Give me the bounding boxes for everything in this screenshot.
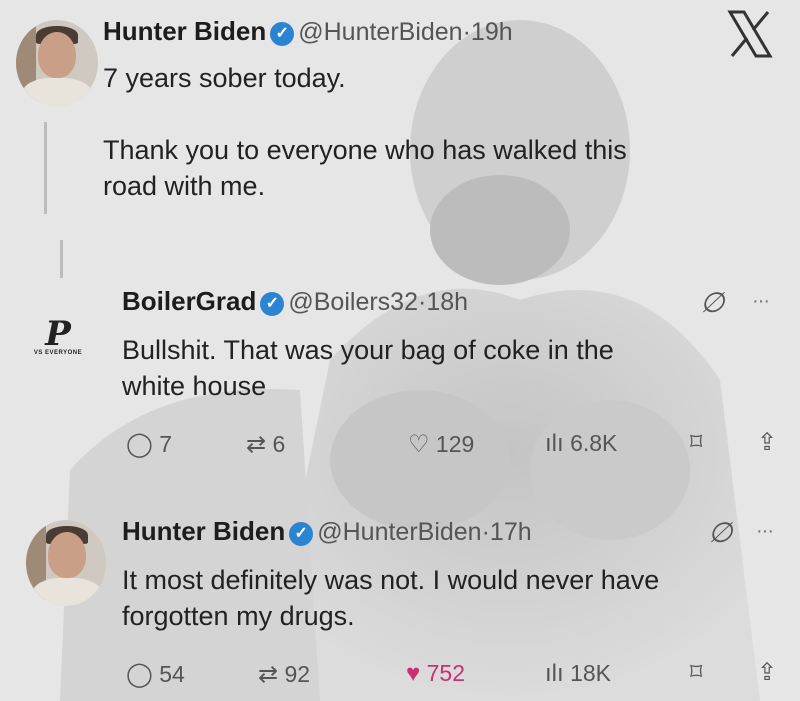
bookmark-button[interactable]: ⌑ (690, 658, 702, 687)
tweet-text: It most definitely was not. I would neve… (122, 562, 782, 634)
tweet-text-line: road with me. (103, 171, 266, 201)
x-logo-icon[interactable] (724, 8, 776, 60)
user-handle[interactable]: @HunterBiden (298, 18, 462, 46)
repost-button[interactable]: ⇄ 92 (258, 660, 310, 689)
bookmark-button[interactable]: ⌑ (690, 428, 702, 457)
share-icon: ⇪ (757, 659, 778, 686)
bookmark-icon: ⌑ (690, 659, 703, 686)
tweet-text-line: It most definitely was not. I would neve… (122, 565, 660, 595)
tweet-text-line: Thank you to everyone who has walked thi… (103, 135, 627, 165)
more-options-icon[interactable]: ··· (756, 520, 774, 543)
timestamp[interactable]: 19h (471, 18, 513, 46)
view-count: 6.8K (570, 430, 618, 456)
user-handle[interactable]: @HunterBiden (317, 518, 481, 546)
reply-button[interactable]: ◯ 7 (126, 430, 172, 459)
reply-count: 54 (159, 661, 185, 687)
heart-filled-icon: ♥ (406, 660, 421, 687)
avatar[interactable] (16, 20, 98, 106)
reply-icon: ◯ (126, 431, 153, 458)
tweet-header: Hunter Biden ✓ @HunterBiden·19h (103, 16, 513, 47)
logo-caption: VS EVERYONE (33, 350, 83, 356)
verified-badge-icon: ✓ (260, 292, 285, 316)
boilers-logo[interactable]: P VS EVERYONE (26, 314, 90, 362)
tweet-text-line: 7 years sober today. (103, 63, 346, 93)
views-icon: ılı (545, 430, 564, 457)
view-count: 18K (570, 660, 611, 686)
repost-button[interactable]: ⇄ 6 (246, 430, 285, 459)
like-button[interactable]: ♥ 752 (406, 660, 465, 688)
views-button[interactable]: ılı 6.8K (545, 430, 617, 458)
tweet-text-line: forgotten my drugs. (122, 601, 355, 631)
timestamp[interactable]: 18h (426, 288, 468, 316)
grok-icon[interactable]: ∅ (708, 516, 732, 549)
share-icon: ⇪ (757, 429, 778, 456)
tweet-header: Hunter Biden ✓ @HunterBiden·17h (122, 516, 532, 547)
user-name[interactable]: BoilerGrad (122, 286, 256, 316)
bookmark-icon: ⌑ (690, 429, 703, 456)
grok-icon[interactable]: ∅ (700, 286, 724, 319)
tweet-text: 7 years sober today. Thank you to everyo… (103, 60, 743, 204)
views-icon: ılı (545, 660, 564, 687)
user-handle[interactable]: @Boilers32 (288, 288, 418, 316)
heart-icon: ♡ (408, 431, 430, 458)
separator: · (462, 18, 471, 46)
like-button[interactable]: ♡ 129 (408, 430, 474, 459)
verified-badge-icon: ✓ (270, 22, 295, 46)
reply-icon: ◯ (126, 661, 153, 688)
repost-count: 6 (272, 431, 286, 457)
repost-icon: ⇄ (258, 661, 279, 688)
tweet-text-line: Bullshit. That was your bag of coke in t… (122, 335, 614, 365)
thread-line (60, 240, 63, 278)
separator: · (481, 518, 490, 546)
reply-count: 7 (159, 431, 173, 457)
tweet-text: Bullshit. That was your bag of coke in t… (122, 332, 762, 404)
share-button[interactable]: ⇪ (757, 428, 777, 457)
views-button[interactable]: ılı 18K (545, 660, 611, 688)
repost-icon: ⇄ (246, 431, 267, 458)
tweet-text-line: white house (122, 371, 267, 401)
tweet-header: BoilerGrad ✓ @Boilers32·18h (122, 286, 468, 317)
logo-letter: P (45, 314, 71, 354)
repost-count: 92 (284, 661, 311, 687)
user-name[interactable]: Hunter Biden (103, 16, 266, 46)
more-options-icon[interactable]: ··· (752, 290, 770, 313)
user-name[interactable]: Hunter Biden (122, 516, 285, 546)
thread-line (44, 122, 47, 214)
verified-badge-icon: ✓ (289, 522, 314, 546)
avatar[interactable] (26, 520, 106, 606)
timestamp[interactable]: 17h (490, 518, 532, 546)
like-count: 752 (426, 660, 466, 686)
share-button[interactable]: ⇪ (757, 658, 777, 687)
like-count: 129 (435, 431, 475, 457)
reply-button[interactable]: ◯ 54 (126, 660, 185, 689)
